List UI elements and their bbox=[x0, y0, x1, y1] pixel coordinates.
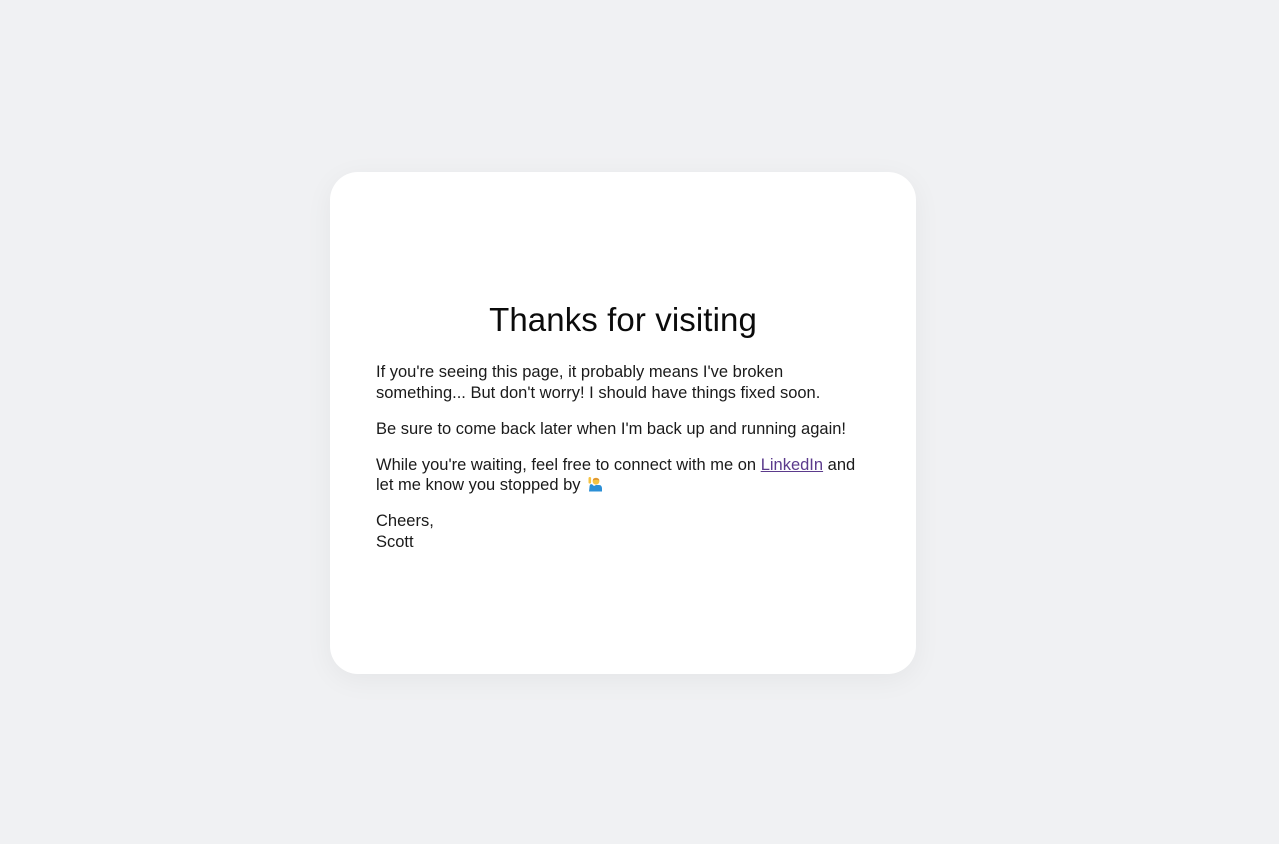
page-title: Thanks for visiting bbox=[489, 301, 757, 338]
linkedin-link[interactable]: LinkedIn bbox=[761, 456, 823, 474]
broken-notice-paragraph: If you're seeing this page, it probably … bbox=[376, 363, 821, 402]
connect-paragraph: While you're waiting, feel free to conne… bbox=[376, 455, 870, 496]
signature-text: Scott bbox=[376, 532, 414, 551]
signoff-paragraph: Cheers, Scott bbox=[376, 511, 870, 552]
message-body: If you're seeing this page, it probably … bbox=[376, 362, 870, 552]
signoff-text: Cheers, bbox=[376, 512, 434, 530]
come-back-paragraph: Be sure to come back later when I'm back… bbox=[376, 419, 847, 438]
maintenance-card: Thanks for visiting If you're seeing thi… bbox=[330, 172, 916, 674]
connect-text-before: While you're waiting, feel free to conne… bbox=[376, 455, 761, 474]
person-raising-hand-icon bbox=[588, 477, 603, 492]
